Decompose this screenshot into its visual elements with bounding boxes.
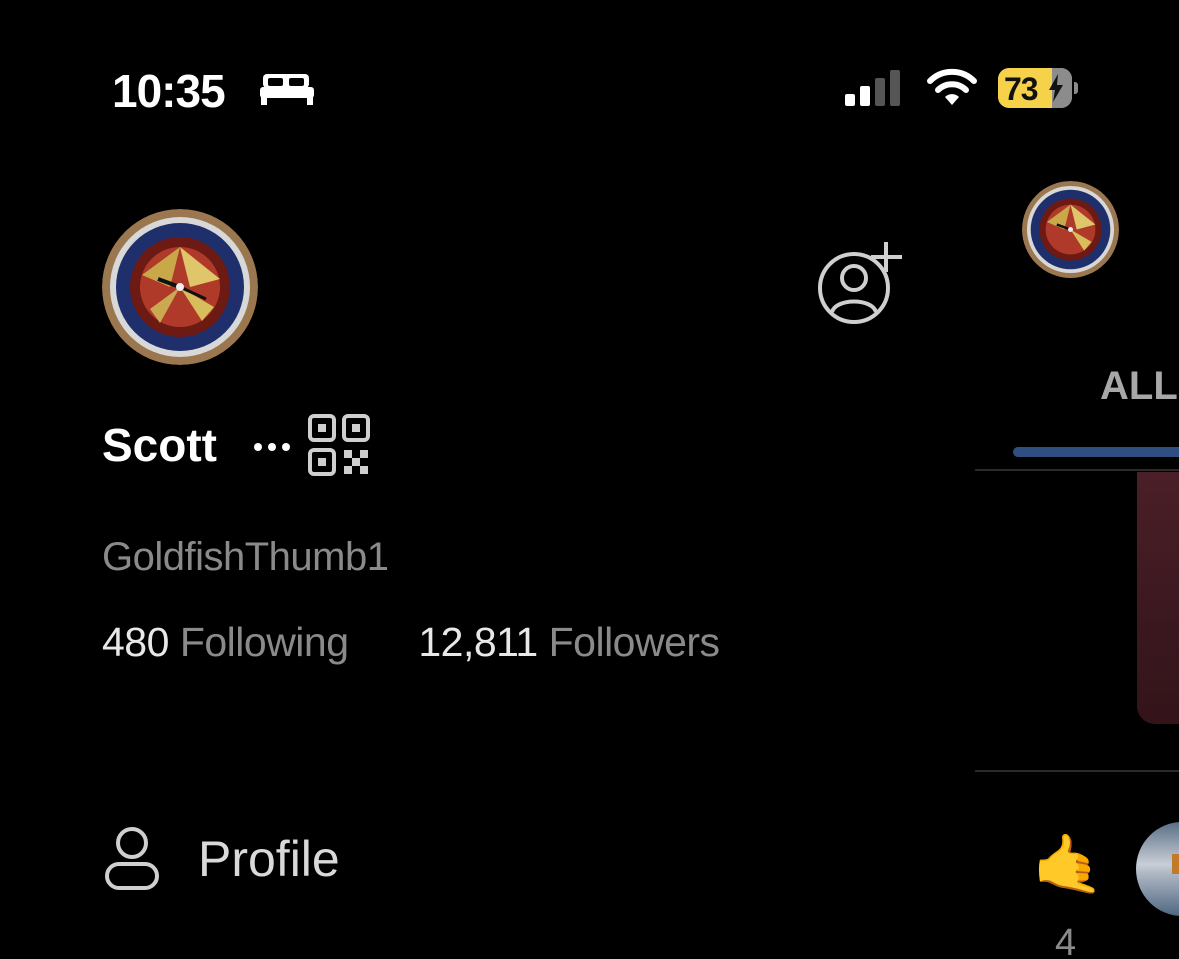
person-icon — [105, 827, 159, 890]
reaction-emoji[interactable]: 🤙 — [1032, 836, 1104, 894]
account-avatar[interactable] — [102, 209, 258, 365]
bed-icon — [260, 74, 314, 105]
menu-item-profile[interactable]: Profile — [100, 822, 420, 902]
watch-avatar-small-image — [1022, 181, 1119, 278]
followers-label: Followers — [548, 619, 720, 665]
app-frame: 10:35 73 Scott GoldfishThumb1 480 Follow… — [0, 0, 1179, 959]
reaction-count: 4 — [1055, 922, 1077, 959]
user-handle: GoldfishThumb1 — [102, 535, 389, 579]
following-link[interactable]: 480 Following — [102, 619, 359, 665]
signal-icon — [845, 70, 900, 106]
menu-item-label: Profile — [198, 831, 340, 887]
qr-code-icon[interactable] — [308, 414, 370, 476]
add-account-icon[interactable] — [816, 238, 908, 326]
wifi-icon — [927, 68, 977, 105]
following-count: 480 — [102, 619, 169, 665]
more-icon[interactable] — [250, 436, 294, 458]
battery-level: 73 — [1004, 71, 1039, 107]
charging-bolt-icon — [1049, 74, 1063, 102]
watch-avatar-image — [102, 209, 258, 365]
feed-avatar[interactable] — [1022, 181, 1119, 278]
follow-stats: 480 Following 12,811 Followers — [102, 619, 720, 666]
status-time: 10:35 — [112, 65, 226, 117]
followers-link[interactable]: 12,811 Followers — [418, 619, 720, 665]
following-label: Following — [179, 619, 349, 665]
divider — [975, 770, 1179, 772]
divider — [975, 469, 1179, 471]
followers-count: 12,811 — [418, 619, 538, 665]
feed-user-avatar[interactable] — [1136, 822, 1179, 916]
tab-all[interactable]: ALL — [1100, 364, 1178, 409]
battery-icon: 73 — [998, 68, 1078, 108]
post-image[interactable] — [1137, 472, 1179, 724]
display-name: Scott — [102, 419, 217, 471]
tab-indicator — [1013, 447, 1179, 457]
